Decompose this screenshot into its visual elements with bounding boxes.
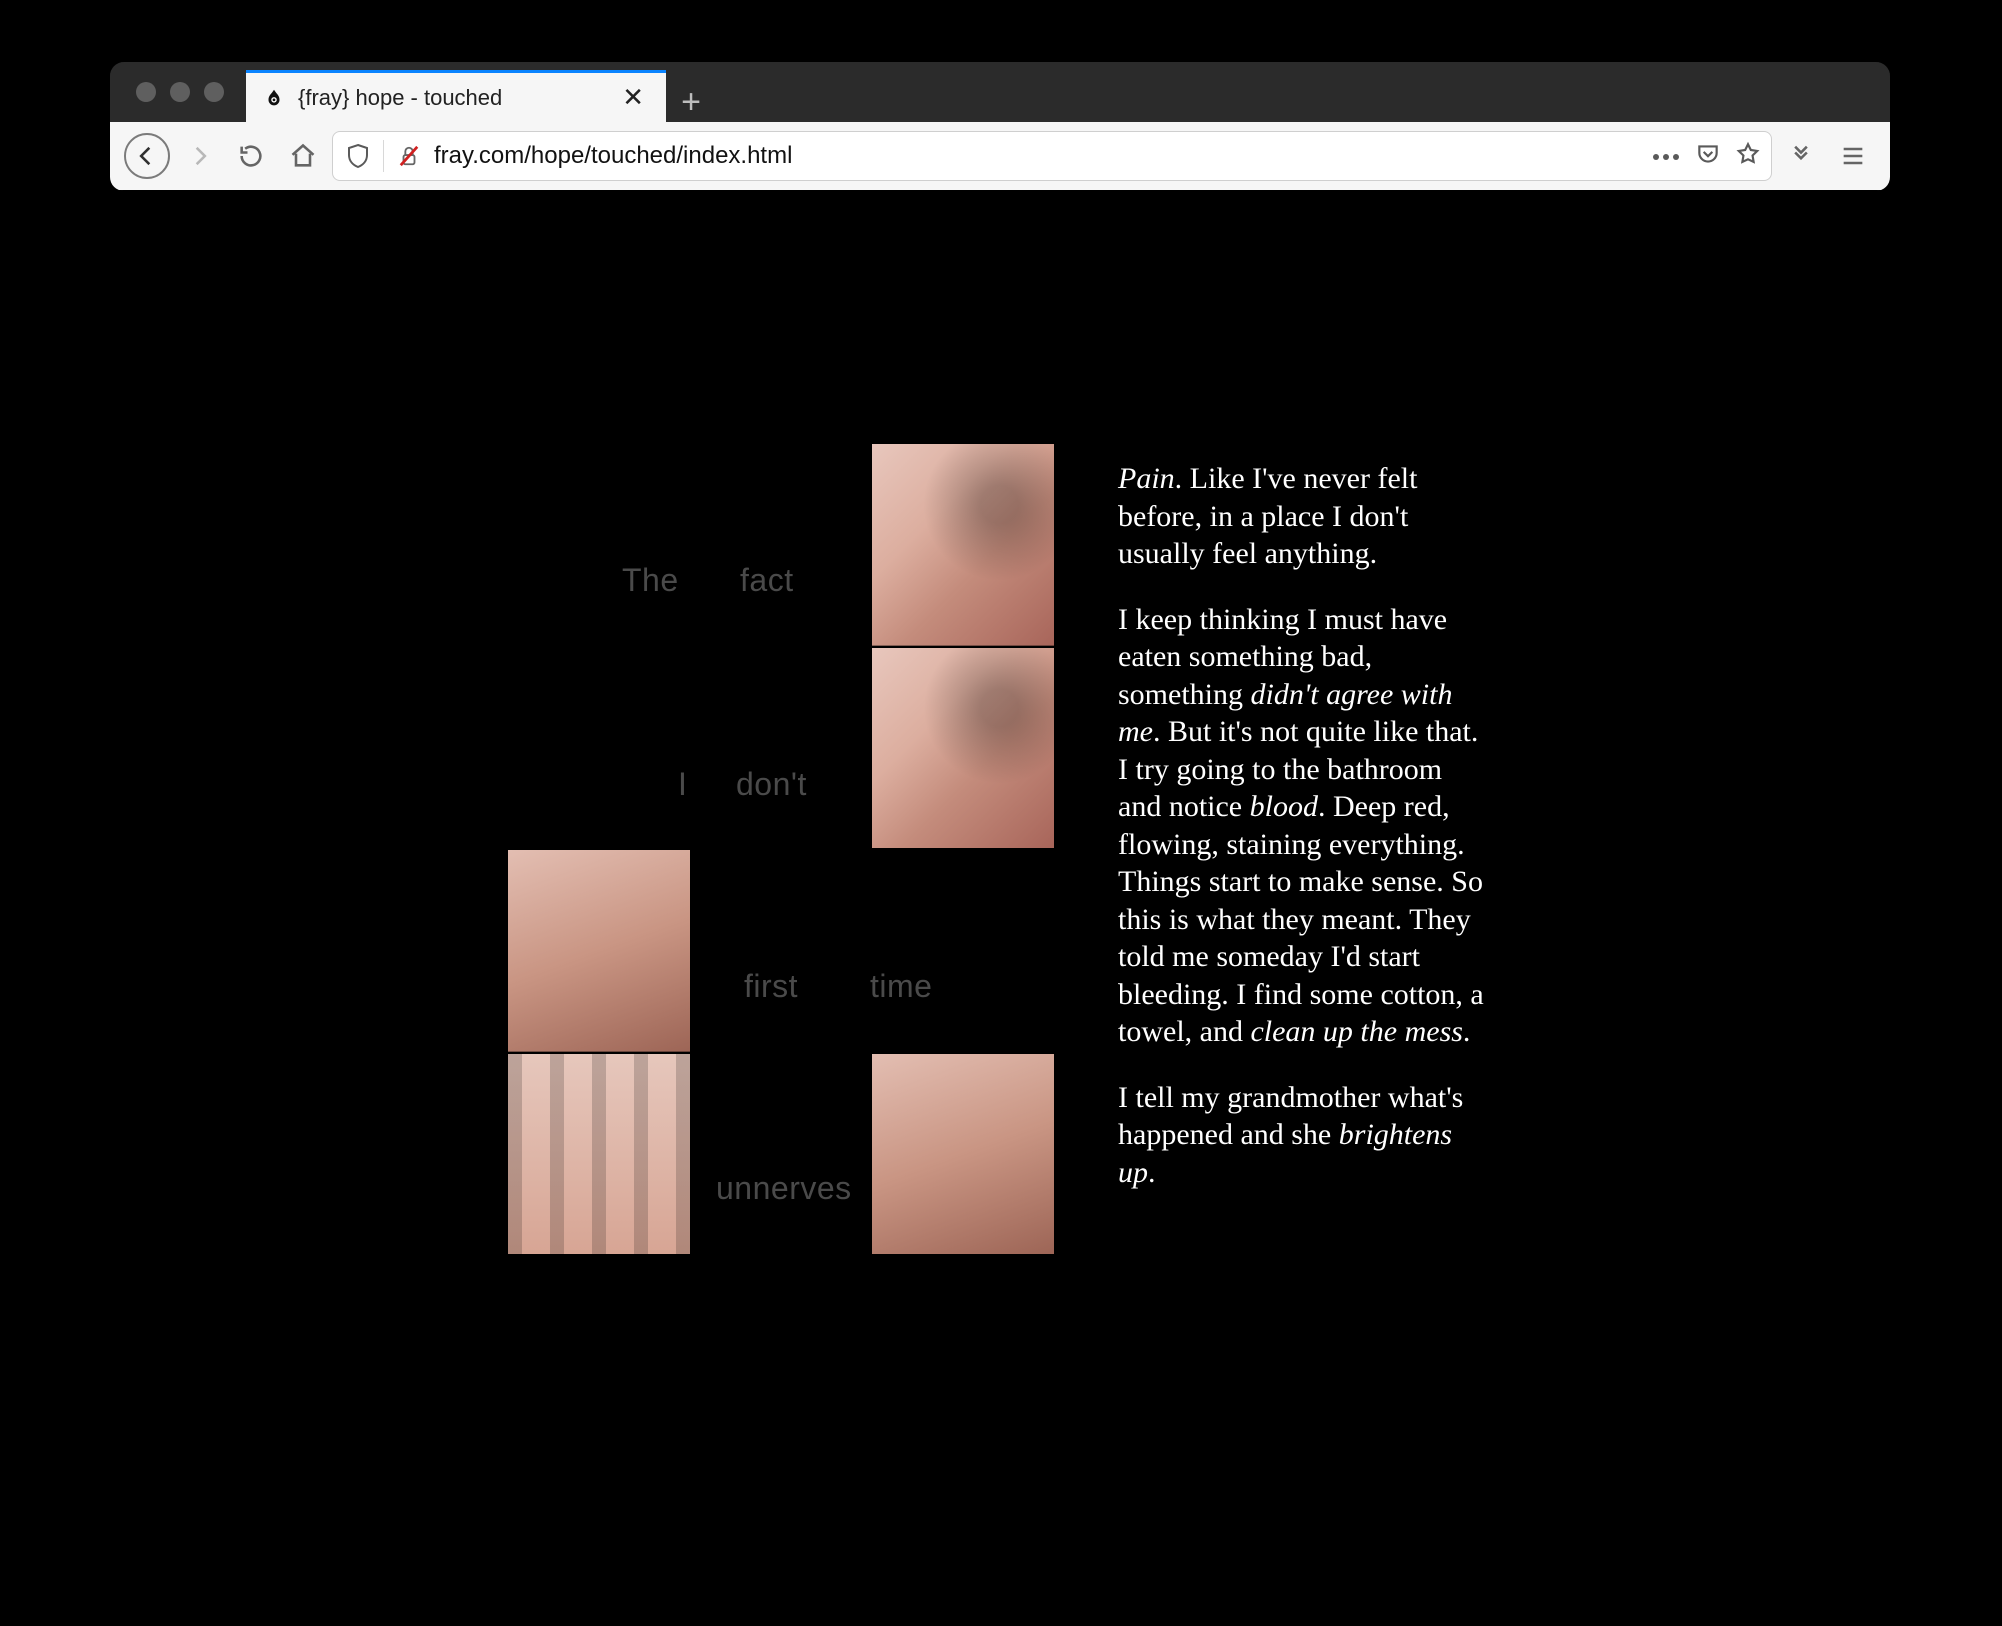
window-controls xyxy=(110,62,246,122)
separator xyxy=(383,140,384,172)
new-tab-button[interactable]: + xyxy=(666,83,716,122)
reload-button[interactable] xyxy=(228,133,274,179)
forward-button[interactable] xyxy=(176,133,222,179)
bookmark-button[interactable] xyxy=(1735,141,1761,172)
window-close-button[interactable] xyxy=(136,82,156,102)
poem-word: unnerves xyxy=(716,1170,852,1207)
story-emphasis: clean up the mess xyxy=(1250,1015,1462,1048)
tab-active[interactable]: {fray} hope - touched ✕ xyxy=(246,70,666,122)
story-emphasis: Pain xyxy=(1118,462,1175,495)
poem-word: first xyxy=(744,968,798,1005)
page-actions-button[interactable] xyxy=(1651,147,1681,165)
titlebar: {fray} hope - touched ✕ + xyxy=(110,62,1890,122)
app-menu-button[interactable] xyxy=(1830,133,1876,179)
viewport xyxy=(110,190,1890,191)
story-text: . xyxy=(1463,1015,1471,1048)
tab-strip: {fray} hope - touched ✕ + xyxy=(246,62,716,122)
window-minimize-button[interactable] xyxy=(170,82,190,102)
urlbar-actions xyxy=(1651,141,1761,172)
favicon-icon xyxy=(262,86,286,110)
overflow-button[interactable] xyxy=(1778,133,1824,179)
story-text: . xyxy=(1148,1156,1156,1189)
tab-title: {fray} hope - touched xyxy=(298,85,606,111)
poem-word: don't xyxy=(736,766,807,803)
window-zoom-button[interactable] xyxy=(204,82,224,102)
url-bar[interactable]: fray.com/hope/touched/index.html xyxy=(332,131,1772,181)
home-button[interactable] xyxy=(280,133,326,179)
tab-close-button[interactable]: ✕ xyxy=(618,82,648,113)
story-paragraph: Pain. Like I've never felt before, in a … xyxy=(1118,460,1488,573)
story-emphasis: blood xyxy=(1250,790,1318,823)
insecure-connection-icon[interactable] xyxy=(394,141,424,171)
pocket-button[interactable] xyxy=(1695,141,1721,172)
poem-word: fact xyxy=(740,562,794,599)
story-paragraph: I keep thinking I must have eaten someth… xyxy=(1118,601,1488,1051)
tracking-protection-icon[interactable] xyxy=(343,141,373,171)
image-fragment xyxy=(508,1054,690,1254)
url-text: fray.com/hope/touched/index.html xyxy=(434,142,1641,170)
browser-window: {fray} hope - touched ✕ + fray.com xyxy=(110,62,1890,191)
image-fragment xyxy=(872,648,1054,848)
poem-word: time xyxy=(870,968,932,1005)
image-fragment xyxy=(508,850,690,1052)
image-fragment xyxy=(872,1054,1054,1254)
page-content: The fact I don't first time unnerves Pai… xyxy=(0,0,2002,1626)
back-button[interactable] xyxy=(124,133,170,179)
toolbar: fray.com/hope/touched/index.html xyxy=(110,122,1890,190)
story-text: . Deep red, flowing, staining everything… xyxy=(1118,790,1484,1048)
poem-word: The xyxy=(622,562,679,599)
poem-word: I xyxy=(678,766,687,803)
story-paragraph: I tell my grandmother what's happened an… xyxy=(1118,1079,1488,1192)
image-fragment xyxy=(872,444,1054,646)
story-column: Pain. Like I've never felt before, in a … xyxy=(1118,460,1488,1219)
